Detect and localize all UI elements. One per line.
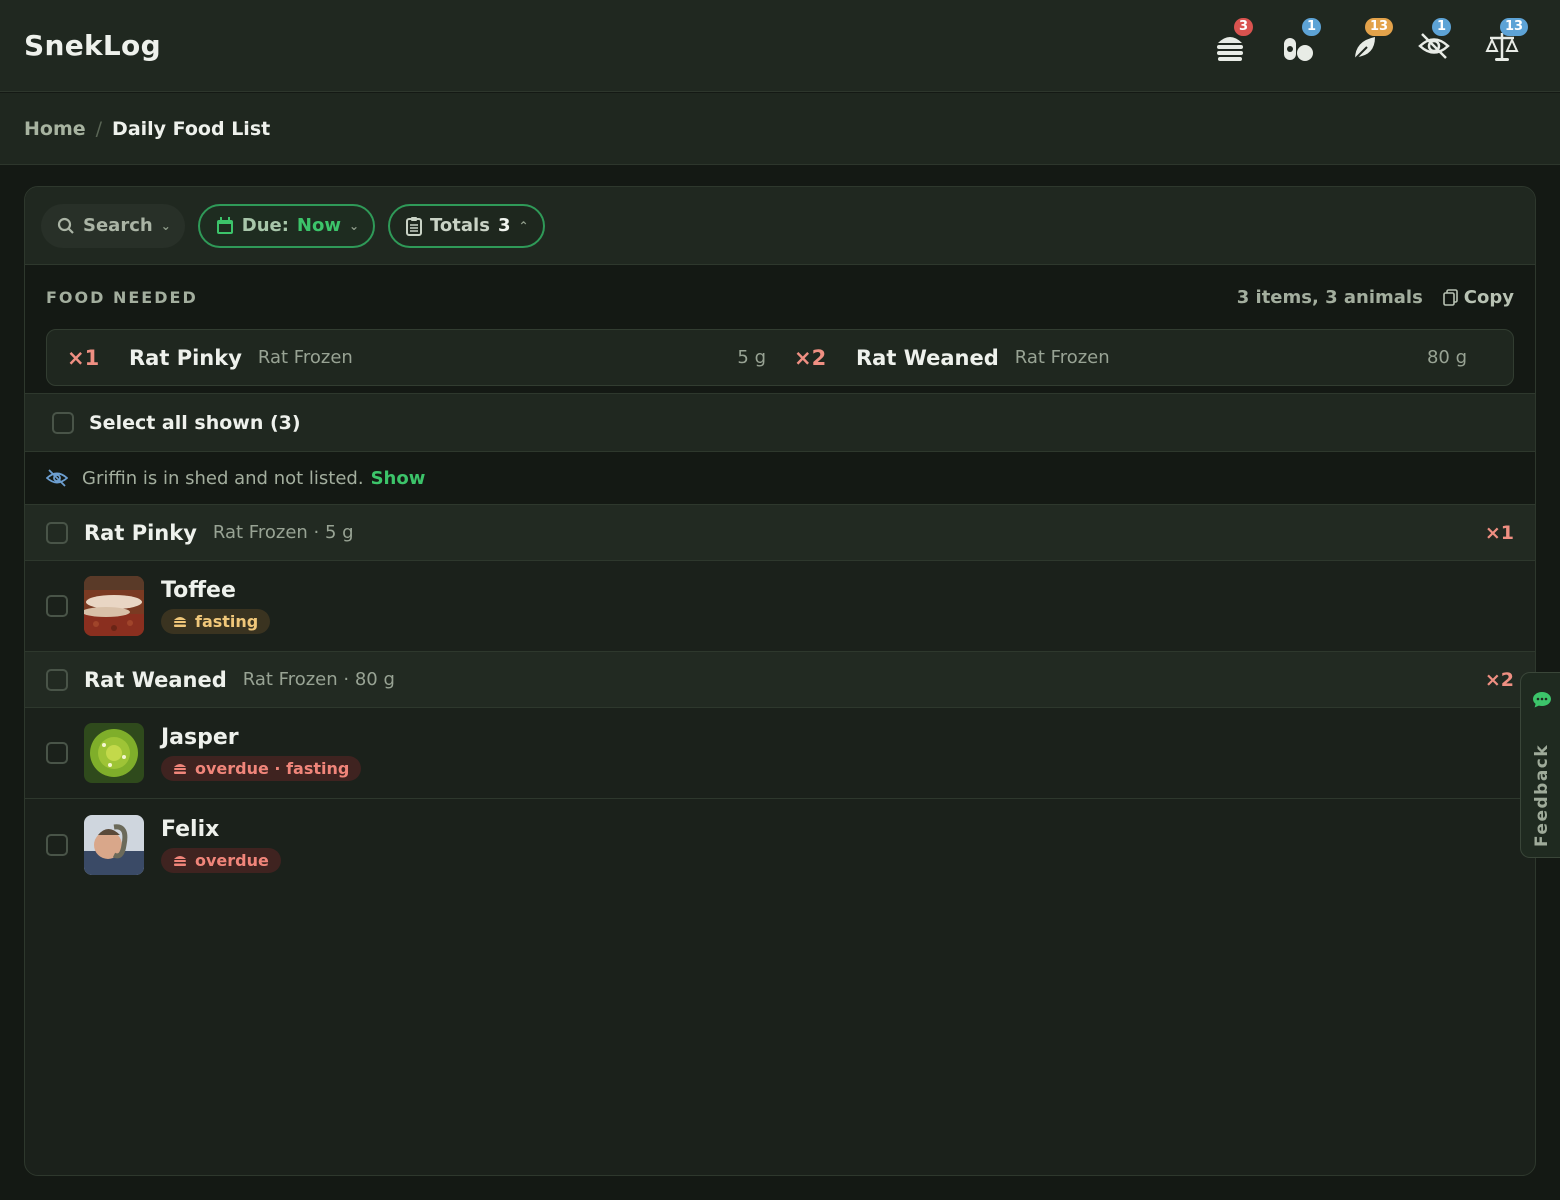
food-list-panel: Search ⌄ Due: Now ⌄ Totals 3 ⌃ FOOD NEED… — [24, 186, 1536, 1176]
due-filter-label: Due: — [241, 215, 289, 236]
animal-row[interactable]: Felix overdue — [25, 799, 1535, 890]
food-total-name: Rat Pinky — [129, 345, 242, 370]
food-needed-label: FOOD NEEDED — [46, 287, 198, 307]
enrichment-badge: 13 — [1365, 17, 1394, 36]
breadcrumb-home-link[interactable]: Home — [24, 118, 86, 140]
select-all-checkbox[interactable] — [52, 411, 74, 434]
group-food-name: Rat Pinky — [84, 520, 197, 545]
animal-info: Felix overdue — [161, 817, 281, 873]
copy-icon — [1442, 288, 1458, 306]
food-group-header: Rat Pinky Rat Frozen · 5 g ×1 — [25, 505, 1535, 561]
copy-button[interactable]: Copy — [1442, 286, 1514, 308]
filter-bar: Search ⌄ Due: Now ⌄ Totals 3 ⌃ — [25, 187, 1535, 265]
animal-info: Toffee fasting — [161, 578, 271, 634]
food-total-type: Rat Frozen — [257, 347, 353, 368]
due-filter-value: Now — [296, 215, 341, 236]
search-filter-label: Search — [83, 215, 153, 236]
food-total-name: Rat Weaned — [856, 345, 999, 370]
animal-checkbox[interactable] — [46, 833, 68, 856]
food-total-weight: 5 g — [737, 347, 766, 368]
chat-icon — [1533, 692, 1551, 708]
status-badge: overdue · fasting — [161, 756, 362, 781]
select-all-row: Select all shown (3) — [25, 394, 1535, 452]
food-totals-row: ×1 Rat Pinky Rat Frozen 5 g ×2 Rat Weane… — [46, 329, 1514, 386]
chevron-down-icon: ⌄ — [160, 218, 171, 233]
due-filter-button[interactable]: Due: Now ⌄ — [197, 203, 376, 248]
select-all-label: Select all shown (3) — [89, 411, 301, 434]
totals-toggle-button[interactable]: Totals 3 ⌃ — [388, 203, 545, 248]
clipboard-icon — [406, 216, 423, 236]
feeding-icon — [174, 617, 186, 627]
food-total-qty: ×2 — [794, 345, 827, 370]
food-group-header: Rat Weaned Rat Frozen · 80 g ×2 — [25, 652, 1535, 708]
food-needed-section: FOOD NEEDED 3 items, 3 animals Copy ×1 R… — [25, 265, 1535, 394]
shed-notice-text: Griffin is in shed and not listed. — [82, 467, 364, 489]
top-bar: SnekLog 3 1 13 1 13 — [0, 0, 1560, 92]
animal-photo — [84, 814, 144, 875]
animal-info: Jasper overdue · fasting — [161, 725, 362, 781]
totals-value: 3 — [497, 215, 511, 236]
group-quantity: ×2 — [1484, 668, 1514, 691]
search-icon — [57, 217, 74, 234]
group-food-name: Rat Weaned — [84, 667, 227, 692]
animal-name[interactable]: Felix — [161, 817, 281, 842]
animal-name[interactable]: Toffee — [161, 578, 270, 603]
animal-photo — [84, 723, 144, 783]
feedback-tab[interactable]: Feedback — [1520, 672, 1560, 858]
animal-row[interactable]: Toffee fasting — [25, 561, 1535, 652]
calendar-icon — [216, 216, 233, 234]
animal-checkbox[interactable] — [46, 742, 68, 764]
shed-button[interactable]: 1 — [1400, 16, 1468, 76]
poop-button[interactable]: 1 — [1264, 16, 1332, 76]
food-needed-header: FOOD NEEDED 3 items, 3 animals Copy — [46, 265, 1514, 329]
breadcrumb-separator: / — [95, 117, 103, 140]
status-badge: overdue — [161, 847, 281, 873]
group-food-detail: Rat Frozen · 80 g — [242, 669, 395, 690]
shed-notice: Griffin is in shed and not listed. Show — [25, 452, 1535, 505]
status-badge-text: overdue · fasting — [195, 759, 350, 778]
chevron-down-icon: ⌄ — [348, 218, 360, 233]
group-checkbox[interactable] — [46, 668, 68, 691]
animal-name[interactable]: Jasper — [161, 725, 361, 750]
group-food-detail: Rat Frozen · 5 g — [212, 522, 354, 543]
search-filter-button[interactable]: Search ⌄ — [41, 203, 185, 248]
shed-badge: 1 — [1432, 17, 1452, 36]
enrichment-button[interactable]: 13 — [1332, 16, 1400, 76]
group-quantity: ×1 — [1484, 521, 1514, 544]
show-shedding-link[interactable]: Show — [371, 468, 426, 489]
feedback-label: Feedback — [1532, 743, 1552, 847]
eye-slash-icon — [46, 469, 68, 487]
food-total-item: ×2 Rat Weaned Rat Frozen 80 g — [794, 346, 1493, 370]
feeding-button[interactable]: 3 — [1196, 16, 1264, 76]
weigh-button[interactable]: 13 — [1468, 16, 1536, 76]
animal-row[interactable]: Jasper overdue · fasting — [25, 708, 1535, 799]
animal-photo — [84, 576, 144, 636]
header-icon-group: 3 1 13 1 13 — [1196, 16, 1536, 76]
animal-checkbox[interactable] — [46, 595, 68, 617]
app-logo[interactable]: SnekLog — [24, 29, 161, 62]
status-badge-text: overdue — [195, 850, 269, 870]
poop-badge: 1 — [1302, 17, 1322, 36]
page-title: Daily Food List — [112, 117, 271, 140]
copy-label: Copy — [1463, 286, 1514, 308]
food-needed-summary: 3 items, 3 animals — [1236, 286, 1423, 308]
feeding-badge: 3 — [1234, 17, 1254, 36]
food-total-item: ×1 Rat Pinky Rat Frozen 5 g — [67, 346, 766, 370]
totals-label: Totals — [430, 215, 490, 236]
status-badge-text: fasting — [195, 612, 259, 631]
food-total-type: Rat Frozen — [1014, 347, 1110, 368]
feeding-icon — [174, 855, 186, 866]
status-badge: fasting — [161, 609, 271, 634]
group-checkbox[interactable] — [46, 521, 68, 544]
food-total-qty: ×1 — [67, 345, 100, 370]
breadcrumb: Home / Daily Food List — [0, 93, 1560, 165]
feeding-icon — [174, 764, 186, 774]
chevron-up-icon: ⌃ — [518, 218, 529, 233]
food-total-weight: 80 g — [1426, 347, 1467, 368]
weigh-badge: 13 — [1500, 17, 1529, 36]
